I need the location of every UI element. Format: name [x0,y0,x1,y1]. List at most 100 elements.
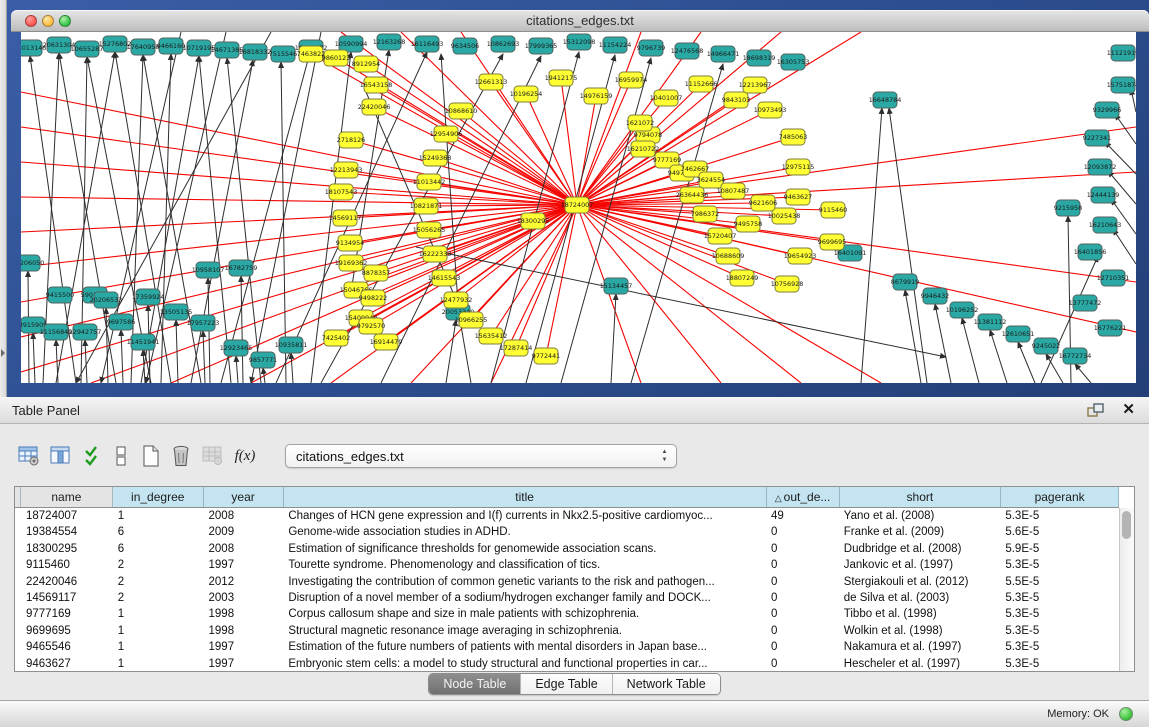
graph-node[interactable]: 12954906 [430,126,463,142]
column-header-out_de...[interactable]: △out_de... [767,487,840,507]
graph-node[interactable]: 9495758 [734,216,762,232]
graph-node[interactable]: 16116493 [411,36,444,52]
graph-node[interactable]: 14966471 [707,46,740,62]
graph-node[interactable]: 9772441 [532,348,560,364]
graph-node[interactable]: 12661313 [475,74,508,90]
graph-node[interactable]: 14976159 [580,88,613,104]
graph-node[interactable]: 15249368 [419,150,452,166]
graph-node[interactable]: 18107543 [325,184,358,200]
column-header-in_degree[interactable]: in_degree [113,487,204,507]
graph-node[interactable]: 10688609 [712,248,745,264]
graph-node[interactable]: 12610651 [1002,326,1035,342]
graph-node[interactable]: 7425402 [322,330,350,346]
graph-node[interactable]: 19654923 [784,248,817,264]
graph-node[interactable]: 16210643 [1089,217,1122,233]
table-mode-button[interactable] [16,443,42,469]
column-header-name[interactable]: name [21,487,113,507]
delete-column-button[interactable] [168,443,194,469]
graph-node[interactable]: 11381112 [974,314,1007,330]
graph-node[interactable]: 15312098 [563,34,596,50]
graph-node[interactable]: 9463627 [784,189,812,205]
graph-node[interactable]: 9329966 [1093,102,1121,118]
graph-node[interactable]: 9843103 [722,92,750,108]
graph-node[interactable]: 12477932 [440,292,473,308]
graph-node[interactable]: 16818332 [239,44,272,60]
table-row[interactable]: 1456911722003Disruption of a novel membe… [15,590,1119,606]
graph-node[interactable]: 11152666 [685,76,718,92]
graph-node[interactable]: 8679919 [891,274,919,290]
graph-node[interactable]: 12093872 [1084,159,1117,175]
graph-node[interactable]: 8912954 [352,56,380,72]
graph-node[interactable]: 16772734 [1059,348,1092,364]
graph-node[interactable]: 10196254 [510,86,543,102]
graph-node[interactable]: 7515546 [269,46,297,62]
graph-node[interactable]: 10807487 [717,183,750,199]
table-row[interactable]: 977716911998Corpus callosum shape and si… [15,606,1119,622]
graph-node[interactable]: 9245022 [1032,338,1060,354]
row-height-button[interactable] [108,443,134,469]
graph-node[interactable]: 16305753 [777,54,810,70]
graph-node[interactable]: 9115460 [819,202,847,218]
table-row[interactable]: 969969511998Structural magnetic resonanc… [15,623,1119,639]
column-header-year[interactable]: year [204,487,284,507]
graph-node[interactable]: 9466160 [157,38,185,54]
graph-node[interactable]: 26364436 [676,187,709,203]
graph-node[interactable]: 17957223 [187,315,220,331]
graph-node[interactable]: 9415500 [46,287,74,303]
graph-node[interactable]: 15635412 [475,328,508,344]
panel-splitter[interactable] [0,0,7,397]
graph-node[interactable]: 7485063 [779,129,807,145]
graph-node[interactable]: 12444139 [1087,187,1120,203]
graph-node[interactable]: 16914479 [370,334,403,350]
graph-node[interactable]: 10756928 [771,276,804,292]
graph-node[interactable]: 11013442 [413,174,446,190]
graph-node[interactable]: 9860123 [322,50,350,66]
graph-node[interactable]: 9792570 [357,318,385,334]
graph-node[interactable]: 18724007 [561,197,594,213]
graph-node[interactable]: 18300295 [517,213,550,229]
network-window-titlebar[interactable]: citations_edges.txt [11,10,1149,32]
graph-node[interactable]: 14569117 [329,210,362,226]
graph-node[interactable]: 15056265 [413,222,446,238]
graph-node[interactable]: 9215958 [1054,200,1082,216]
graph-node[interactable]: 9699695 [818,234,846,250]
graph-node[interactable]: 9796739 [637,40,665,56]
graph-node[interactable]: 10821871 [410,198,443,214]
vertical-scrollbar[interactable] [1119,508,1134,671]
graph-node[interactable]: 12213943 [330,162,363,178]
graph-node[interactable]: 16401856 [1074,244,1107,260]
close-panel-icon[interactable]: ✕ [1122,400,1135,418]
delete-table-button[interactable] [200,443,226,469]
graph-node[interactable]: 16222333 [419,246,452,262]
graph-node[interactable]: 19412175 [545,70,578,86]
graph-node[interactable]: 10935811 [275,337,308,353]
graph-node[interactable]: 11121919 [1107,45,1136,61]
function-builder-button[interactable]: f(x) [232,443,258,469]
table-row[interactable]: 1872400712008Changes of HCN gene express… [15,508,1119,524]
graph-node[interactable]: 10401007 [650,90,683,106]
graph-node[interactable]: 7986372 [691,206,719,222]
table-row[interactable]: 946554611997Estimation of the future num… [15,639,1119,655]
column-header-short[interactable]: short [840,487,1002,507]
graph-node[interactable]: 10966255 [455,312,488,328]
graph-node[interactable]: 9498222 [359,290,387,306]
graph-node[interactable]: 22420046 [358,99,391,115]
graph-node[interactable]: 12923465 [220,340,253,356]
graph-node[interactable]: 9946432 [921,288,949,304]
float-panel-icon[interactable] [1087,403,1105,418]
table-row[interactable]: 911546021997Tourette syndrome. Phenomeno… [15,557,1119,573]
graph-node[interactable]: 15751874 [1107,77,1136,93]
select-all-button[interactable] [80,443,106,469]
table-row[interactable]: 1830029562008Estimation of significance … [15,541,1119,557]
graph-node[interactable]: 9134954 [336,235,364,251]
graph-node[interactable]: 1621072 [626,115,654,131]
graph-node[interactable]: 12975115 [782,159,815,175]
graph-node[interactable]: 16959974 [615,72,648,88]
graph-node[interactable]: 16776221 [1094,320,1127,336]
graph-node[interactable]: 11154224 [599,37,632,53]
graph-node[interactable]: 16210722 [627,141,660,157]
graph-node[interactable]: 17640958 [127,39,160,55]
graph-node[interactable]: 13505135 [160,304,193,320]
graph-node[interactable]: 17359924 [132,289,165,305]
graph-node[interactable]: 10862693 [487,36,520,52]
